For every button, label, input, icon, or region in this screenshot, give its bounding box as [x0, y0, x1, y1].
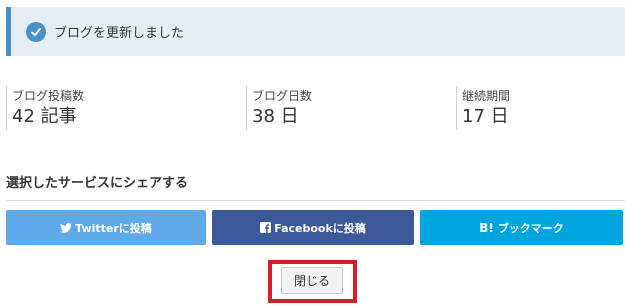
stat-label: ブログ投稿数 — [12, 89, 85, 103]
hatena-bookmark-button[interactable]: B! ブックマーク — [420, 210, 623, 245]
stat-post-count: ブログ投稿数 42 記事 — [6, 86, 84, 130]
twitter-bird-icon — [60, 222, 73, 233]
notice-message: ブログを更新しました — [54, 26, 185, 41]
stat-label: ブログ日数 — [252, 89, 313, 103]
stat-label: 継続期間 — [462, 89, 511, 103]
divider — [6, 200, 625, 201]
facebook-share-label: Facebookに投稿 — [274, 221, 366, 235]
stat-blog-days: ブログ日数 38 日 — [246, 86, 312, 130]
twitter-share-button[interactable]: Twitterに投稿 — [6, 210, 206, 245]
check-circle-icon — [26, 21, 46, 42]
stat-value: 38 日 — [252, 106, 299, 127]
hatena-bookmark-icon: B! — [479, 220, 494, 235]
success-notice: ブログを更新しました — [6, 7, 625, 56]
stat-value: 17 日 — [462, 106, 509, 127]
twitter-share-label: Twitterに投稿 — [75, 221, 152, 235]
close-button[interactable]: 閉じる — [281, 267, 343, 294]
facebook-icon — [260, 222, 272, 233]
stat-value: 42 記事 — [12, 106, 77, 127]
facebook-share-button[interactable]: Facebookに投稿 — [212, 210, 414, 245]
hatena-bookmark-label: ブックマーク — [497, 221, 564, 235]
blog-stats: ブログ投稿数 42 記事 ブログ日数 38 日 継続期間 17 日 — [6, 86, 606, 132]
stat-duration: 継続期間 17 日 — [456, 86, 510, 130]
share-heading: 選択したサービスにシェアする — [6, 176, 189, 191]
